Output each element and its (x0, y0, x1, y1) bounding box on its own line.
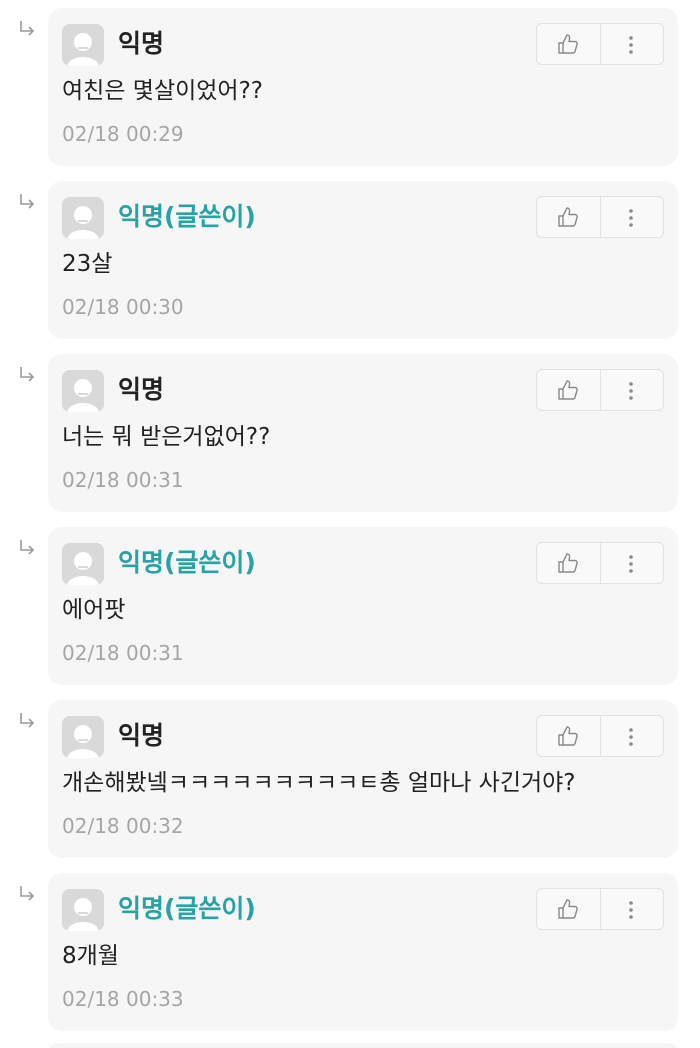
default-avatar-icon (62, 543, 104, 585)
more-options-button[interactable] (601, 24, 663, 64)
more-vertical-icon (629, 555, 633, 573)
comment-card: 익명 너는 뭐 받은거없어?? 02/18 00:31 (48, 354, 678, 512)
more-options-button[interactable] (601, 889, 663, 929)
reply-arrow-icon (20, 194, 35, 209)
comment-text: 너는 뭐 받은거없어?? (62, 424, 271, 450)
default-avatar-icon (62, 197, 104, 239)
comment-card: 익명(글쓴이) 23살 02/18 00:30 (48, 181, 678, 339)
comment-author-op: 익명(글쓴이) (118, 894, 256, 923)
comment-card: 익명(글쓴이) 에어팟 02/18 00:31 (48, 527, 678, 685)
thumbs-up-icon (558, 553, 578, 573)
comment-item: 익명(글쓴이) 23살 02/18 00:30 (0, 173, 700, 346)
more-options-button[interactable] (601, 370, 663, 410)
default-avatar-icon (62, 716, 104, 758)
like-button[interactable] (537, 716, 600, 756)
comment-text: 8개월 (62, 943, 119, 969)
comment-author: 익명 (118, 29, 165, 58)
thumbs-up-icon (558, 899, 578, 919)
comment-actions (536, 23, 664, 65)
comment-text: 개손해봤넼ㅋㅋㅋㅋㅋㅋㅋㅋㅋㅌ총 얼마나 사긴거야? (62, 770, 576, 796)
like-button[interactable] (537, 197, 600, 237)
reply-arrow-icon (20, 367, 35, 382)
more-vertical-icon (629, 209, 633, 227)
comment-item: 익명 여친은 몇살이었어?? 02/18 00:29 (0, 0, 700, 173)
default-avatar-icon (62, 889, 104, 931)
comment-text: 23살 (62, 251, 113, 277)
comment-actions (536, 715, 664, 757)
comment-text: 에어팟 (62, 597, 126, 623)
default-avatar-icon (62, 24, 104, 66)
comment-item: 익명(글쓴이) 8개월 02/18 00:33 (0, 865, 700, 1038)
more-vertical-icon (629, 36, 633, 54)
comment-actions (536, 196, 664, 238)
comment-timestamp: 02/18 00:31 (62, 468, 184, 492)
comment-timestamp: 02/18 00:32 (62, 814, 184, 838)
thumbs-up-icon (558, 380, 578, 400)
comment-timestamp: 02/18 00:31 (62, 641, 184, 665)
more-vertical-icon (629, 382, 633, 400)
like-button[interactable] (537, 543, 600, 583)
more-options-button[interactable] (601, 716, 663, 756)
more-vertical-icon (629, 901, 633, 919)
reply-arrow-icon (20, 713, 35, 728)
comment-timestamp: 02/18 00:30 (62, 295, 184, 319)
default-avatar-icon (62, 370, 104, 412)
comment-item: 익명(글쓴이) 에어팟 02/18 00:31 (0, 519, 700, 692)
more-options-button[interactable] (601, 197, 663, 237)
like-button[interactable] (537, 24, 600, 64)
more-vertical-icon (629, 728, 633, 746)
comment-timestamp: 02/18 00:29 (62, 122, 184, 146)
reply-arrow-icon (20, 21, 35, 36)
comment-author: 익명 (118, 375, 165, 404)
comment-author-op: 익명(글쓴이) (118, 548, 256, 577)
like-button[interactable] (537, 889, 600, 929)
like-button[interactable] (537, 370, 600, 410)
comment-list: 익명 여친은 몇살이었어?? 02/18 00:29 익명(글쓴이) 23살 0… (0, 0, 700, 1048)
comment-card: 익명 개손해봤넼ㅋㅋㅋㅋㅋㅋㅋㅋㅋㅌ총 얼마나 사긴거야? 02/18 00:3… (48, 700, 678, 858)
next-comment-card-edge (48, 1043, 678, 1048)
comment-actions (536, 542, 664, 584)
thumbs-up-icon (558, 207, 578, 227)
more-options-button[interactable] (601, 543, 663, 583)
comment-card: 익명(글쓴이) 8개월 02/18 00:33 (48, 873, 678, 1031)
comment-item: 익명 개손해봤넼ㅋㅋㅋㅋㅋㅋㅋㅋㅋㅌ총 얼마나 사긴거야? 02/18 00:3… (0, 692, 700, 865)
comment-actions (536, 369, 664, 411)
reply-arrow-icon (20, 886, 35, 901)
thumbs-up-icon (558, 726, 578, 746)
reply-arrow-icon (20, 540, 35, 555)
comment-author-op: 익명(글쓴이) (118, 202, 256, 231)
comment-card: 익명 여친은 몇살이었어?? 02/18 00:29 (48, 8, 678, 166)
comment-actions (536, 888, 664, 930)
comment-author: 익명 (118, 721, 165, 750)
comment-timestamp: 02/18 00:33 (62, 987, 184, 1011)
comment-item: 익명 너는 뭐 받은거없어?? 02/18 00:31 (0, 346, 700, 519)
comment-text: 여친은 몇살이었어?? (62, 78, 264, 104)
thumbs-up-icon (558, 34, 578, 54)
